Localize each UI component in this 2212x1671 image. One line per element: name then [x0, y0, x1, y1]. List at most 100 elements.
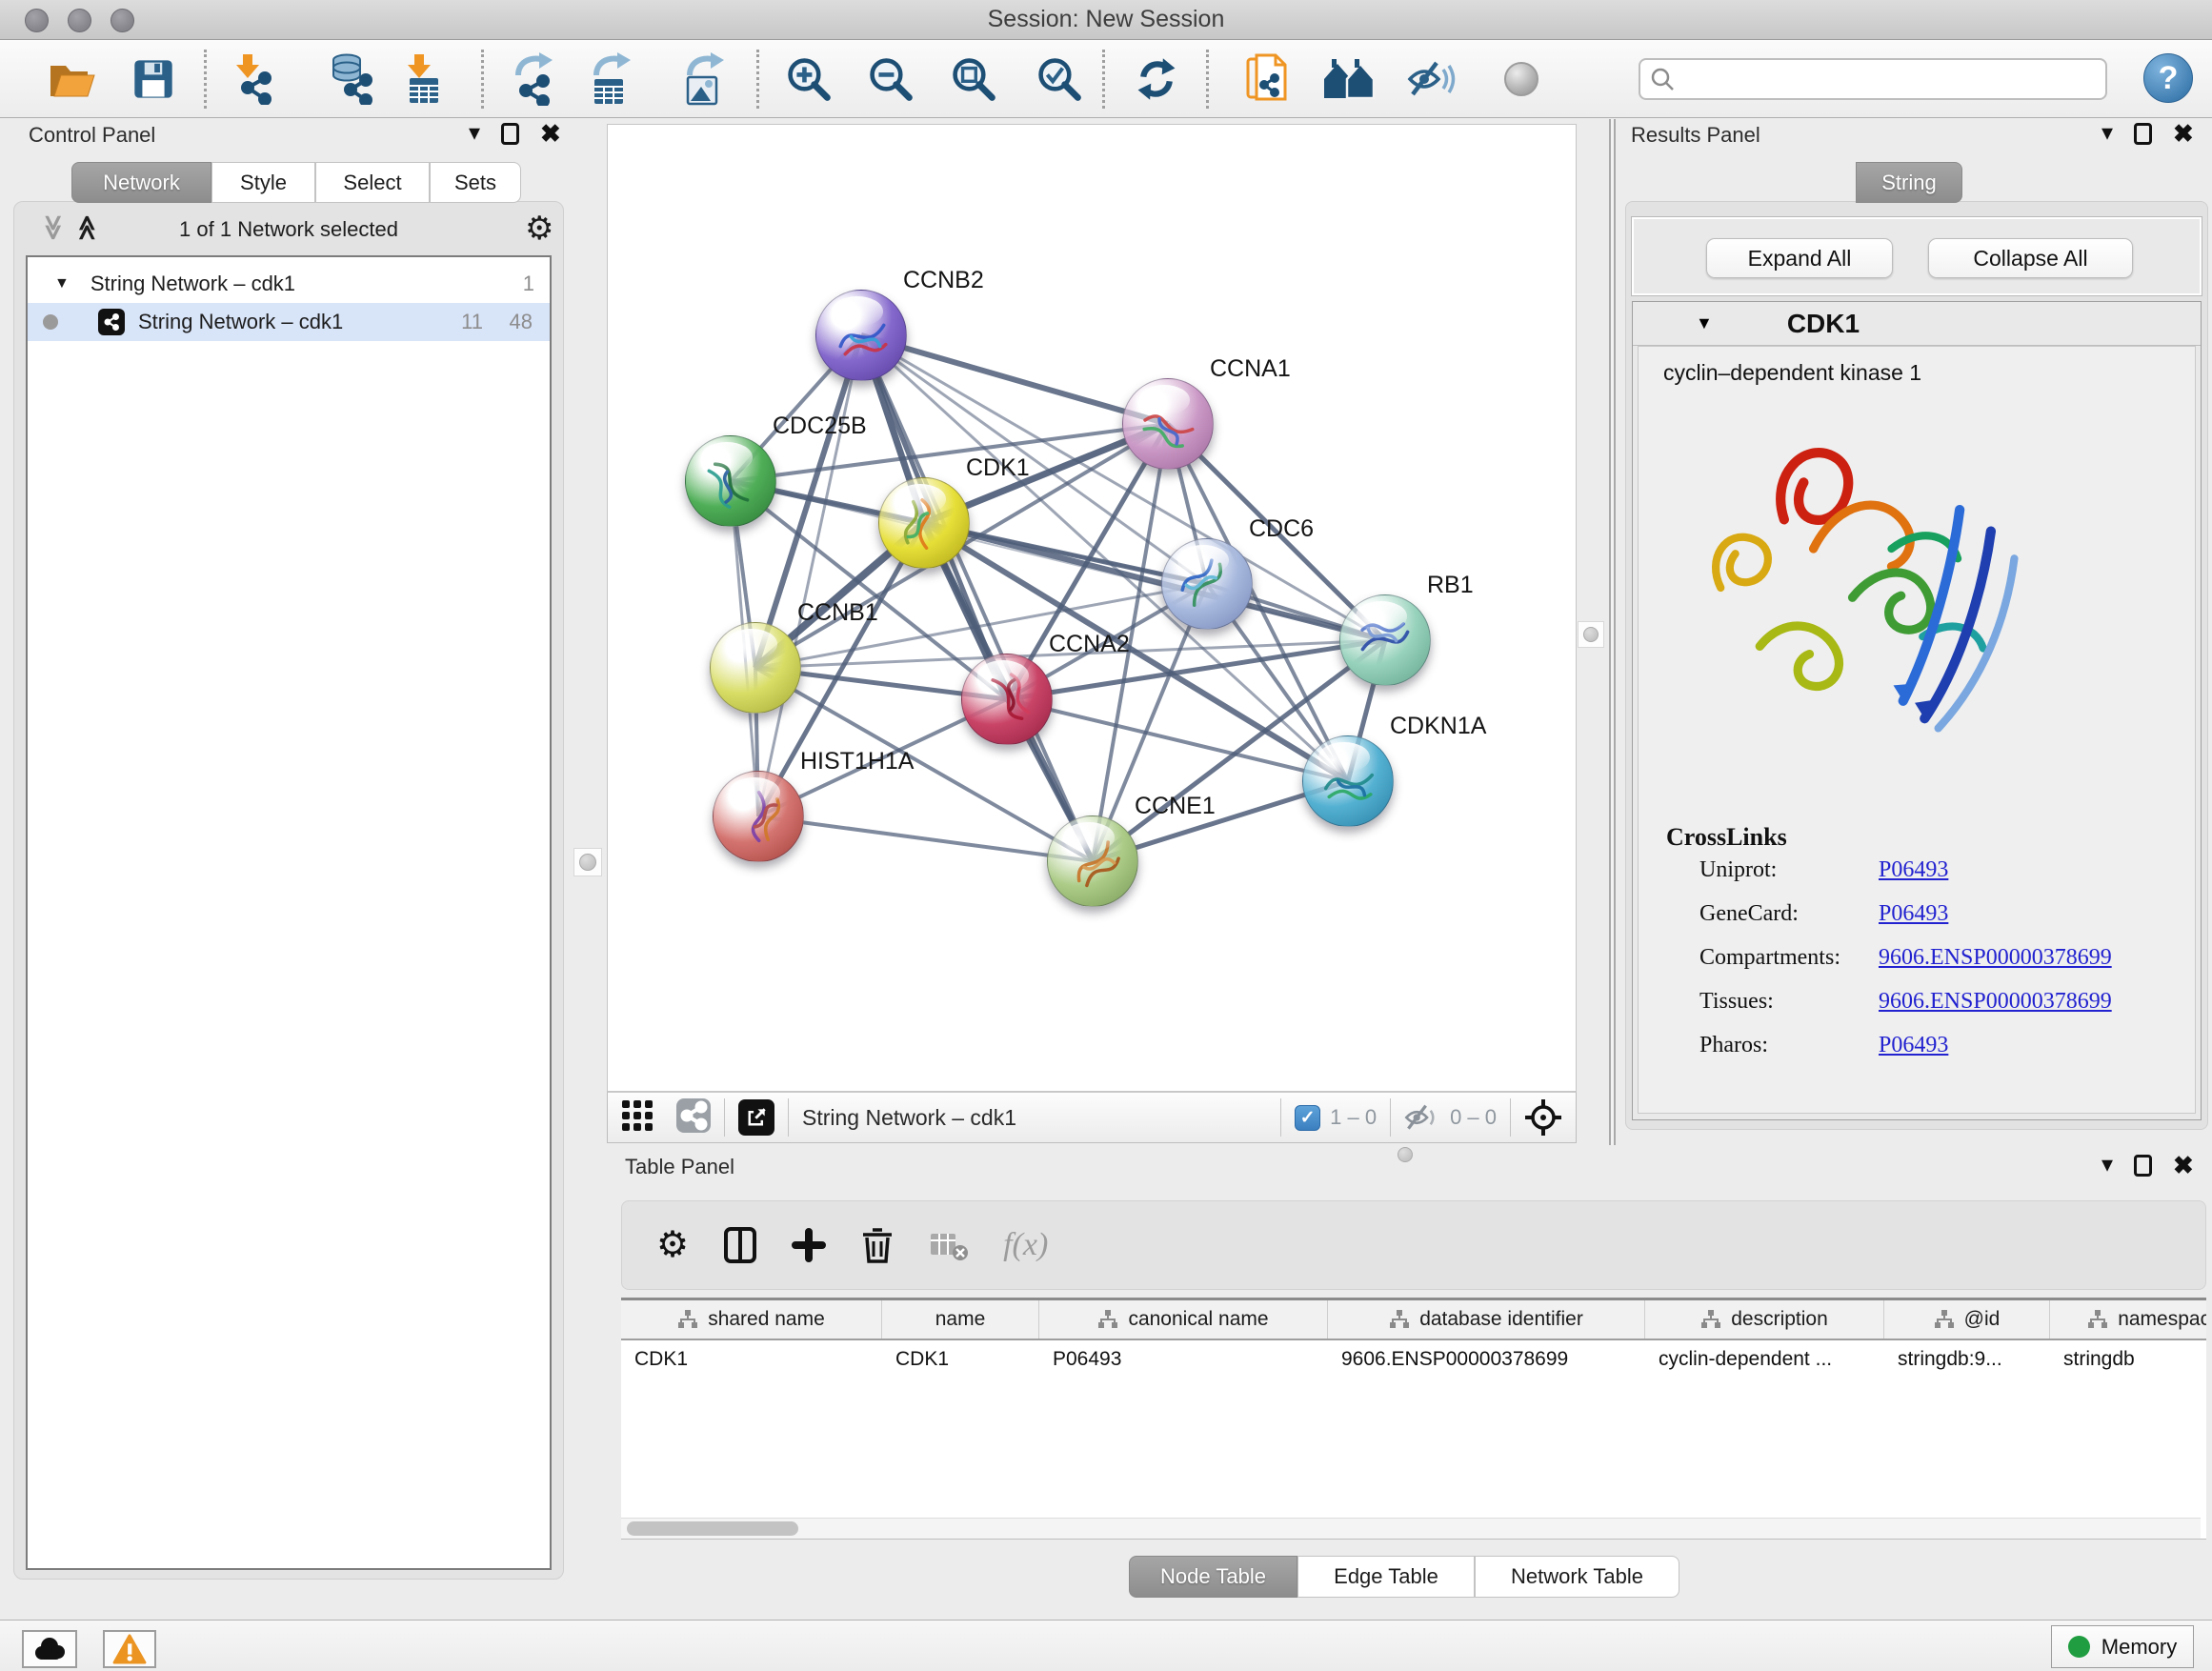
tree-expand-icon[interactable]: ▼ — [54, 275, 70, 292]
panel-menu-icon[interactable]: ▾ — [469, 122, 480, 145]
collapse-triangle-icon[interactable]: ▼ — [1696, 313, 1713, 333]
crosslink-link[interactable]: P06493 — [1879, 1033, 1948, 1058]
tab-select[interactable]: Select — [315, 162, 430, 203]
close-window-icon[interactable] — [25, 9, 49, 32]
gene-section-header[interactable]: ▼ CDK1 — [1633, 302, 2201, 346]
right-splitter[interactable] — [1609, 119, 1616, 1145]
crosslink-link[interactable]: 9606.ENSP00000378699 — [1879, 989, 2112, 1015]
horizontal-scrollbar[interactable] — [621, 1518, 2201, 1539]
export-network-button[interactable] — [507, 51, 560, 107]
tab-network[interactable]: Network — [71, 162, 211, 203]
import-network-database-button[interactable] — [324, 51, 377, 107]
import-table-button[interactable] — [395, 51, 449, 107]
scrollbar-thumb[interactable] — [627, 1521, 798, 1536]
zoom-in-button[interactable] — [782, 51, 835, 107]
open-in-browser-button[interactable] — [1240, 51, 1294, 107]
column-header-canonical-name[interactable]: canonical name — [1039, 1300, 1328, 1339]
table-cell[interactable]: stringdb:9... — [1884, 1340, 2050, 1379]
search-input[interactable] — [1675, 68, 2084, 91]
table-cell[interactable]: cyclin-dependent ... — [1645, 1340, 1884, 1379]
export-table-button[interactable] — [585, 51, 638, 107]
tab-edge-table[interactable]: Edge Table — [1297, 1556, 1475, 1598]
string-home-button[interactable] — [1322, 51, 1376, 107]
hidden-eye-slash-icon[interactable] — [1404, 1102, 1440, 1133]
zoom-fit-button[interactable] — [947, 51, 1000, 107]
table-cell[interactable]: CDK1 — [882, 1340, 1039, 1379]
column-header-description[interactable]: description — [1645, 1300, 1884, 1339]
network-row-selected[interactable]: String Network – cdk1 11 48 — [28, 303, 550, 341]
table-cell[interactable]: stringdb — [2050, 1340, 2206, 1379]
network-node-CDKN1A[interactable] — [1302, 735, 1394, 827]
close-panel-icon[interactable]: ✖ — [2173, 1153, 2194, 1178]
network-node-CDC25B[interactable] — [685, 435, 776, 527]
memory-button[interactable]: Memory — [2051, 1625, 2194, 1668]
network-options-gear-icon[interactable]: ⚙ — [525, 210, 553, 248]
selected-nodes-checkbox[interactable]: ✓ — [1295, 1105, 1320, 1131]
warnings-button[interactable] — [103, 1630, 156, 1668]
network-node-RB1[interactable] — [1339, 594, 1431, 686]
network-node-CCNE1[interactable] — [1047, 815, 1138, 907]
network-node-CCNA1[interactable] — [1122, 378, 1214, 470]
open-session-button[interactable] — [45, 51, 98, 107]
tab-network-table[interactable]: Network Table — [1475, 1556, 1679, 1598]
table-row[interactable]: CDK1CDK1P064939606.ENSP00000378699cyclin… — [621, 1340, 2206, 1379]
table-cell[interactable]: 9606.ENSP00000378699 — [1328, 1340, 1645, 1379]
close-panel-icon[interactable]: ✖ — [540, 121, 561, 146]
table-panel: Table Panel ▾ ✖ ⚙ — [617, 1149, 2212, 1620]
float-panel-icon[interactable] — [2134, 123, 2152, 145]
network-node-HIST1H1A[interactable] — [713, 771, 804, 862]
refresh-button[interactable] — [1130, 51, 1183, 107]
add-column-icon[interactable] — [792, 1228, 826, 1262]
expand-all-button[interactable]: Expand All — [1706, 238, 1893, 278]
birdseye-crosshair-icon[interactable] — [1524, 1098, 1562, 1137]
show-columns-icon[interactable] — [723, 1226, 757, 1264]
export-image-button[interactable] — [678, 51, 732, 107]
table-options-gear-icon[interactable]: ⚙ — [656, 1227, 689, 1263]
hide-selected-button[interactable] — [1405, 51, 1458, 107]
table-cell[interactable]: CDK1 — [621, 1340, 882, 1379]
tab-string[interactable]: String — [1856, 162, 1962, 203]
column-header-database-identifier[interactable]: database identifier — [1328, 1300, 1645, 1339]
import-network-file-button[interactable] — [224, 51, 277, 107]
node-label: CCNB1 — [797, 599, 878, 627]
zoom-selected-button[interactable] — [1033, 51, 1086, 107]
cloud-status-button[interactable] — [22, 1630, 77, 1668]
column-header-namespace[interactable]: namespace — [2050, 1300, 2206, 1339]
column-header-shared-name[interactable]: shared name — [621, 1300, 882, 1339]
close-panel-icon[interactable]: ✖ — [2173, 121, 2194, 146]
network-collection-row[interactable]: ▼ String Network – cdk1 1 — [28, 265, 550, 303]
panel-menu-icon[interactable]: ▾ — [2101, 1154, 2113, 1177]
right-splitter-handle[interactable] — [1578, 621, 1604, 648]
results-panel: Results Panel ▾ ✖ String Expand All Coll… — [1618, 119, 2212, 1130]
gray-sphere-button[interactable] — [1495, 51, 1548, 107]
tab-node-table[interactable]: Node Table — [1129, 1556, 1297, 1598]
show-grid-button[interactable] — [621, 1099, 654, 1137]
maximize-window-icon[interactable] — [111, 9, 134, 32]
network-node-CCNB1[interactable] — [710, 622, 801, 714]
crosslink-link[interactable]: 9606.ENSP00000378699 — [1879, 945, 2112, 971]
help-button[interactable]: ? — [2143, 53, 2193, 103]
column-header-name[interactable]: name — [882, 1300, 1039, 1339]
tab-style[interactable]: Style — [211, 162, 315, 203]
float-panel-icon[interactable] — [2134, 1155, 2152, 1177]
node-gloss-highlight — [1356, 601, 1408, 632]
network-node-CCNA2[interactable] — [961, 654, 1053, 745]
panel-menu-icon[interactable]: ▾ — [2101, 122, 2113, 145]
minimize-window-icon[interactable] — [68, 9, 91, 32]
network-node-CDK1[interactable] — [878, 477, 970, 569]
detach-view-button[interactable] — [738, 1099, 774, 1136]
column-header--id[interactable]: @id — [1884, 1300, 2050, 1339]
collapse-all-button[interactable]: Collapse All — [1928, 238, 2133, 278]
network-canvas[interactable]: CCNB2CCNA1CDC25BCDK1CDC6RB1CCNB1CCNA2HIS… — [607, 124, 1577, 1092]
save-session-button[interactable] — [127, 51, 180, 107]
network-node-CCNB2[interactable] — [815, 290, 907, 381]
network-node-CDC6[interactable] — [1161, 538, 1253, 630]
zoom-out-button[interactable] — [864, 51, 917, 107]
float-panel-icon[interactable] — [501, 123, 519, 145]
delete-column-trash-icon[interactable] — [860, 1226, 895, 1264]
table-cell[interactable]: P06493 — [1039, 1340, 1328, 1379]
tab-sets[interactable]: Sets — [430, 162, 521, 203]
left-splitter-handle[interactable] — [573, 848, 602, 876]
crosslink-link[interactable]: P06493 — [1879, 901, 1948, 927]
crosslink-link[interactable]: P06493 — [1879, 857, 1948, 883]
